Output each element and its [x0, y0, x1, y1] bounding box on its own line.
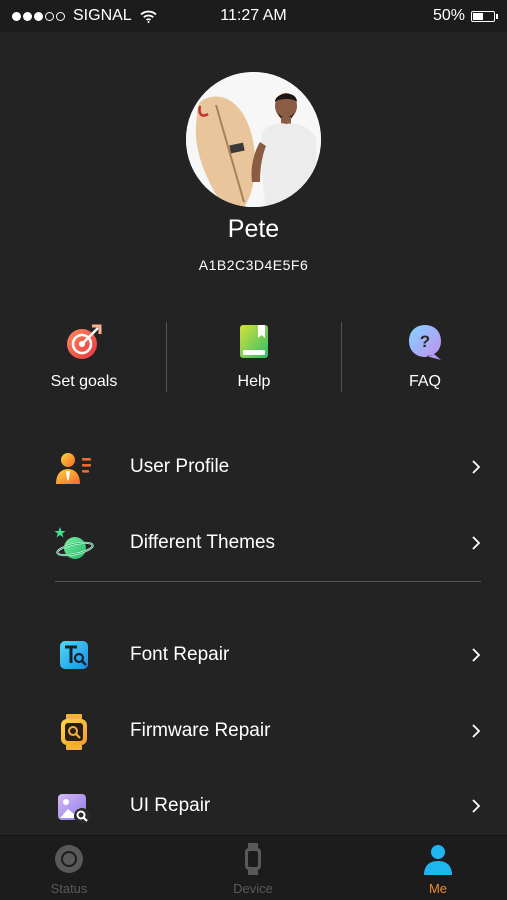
different-themes-label: Different Themes	[130, 532, 276, 553]
font-repair-icon	[54, 636, 94, 676]
chevron-right-icon	[472, 724, 481, 738]
tab-status-label: Status	[50, 881, 88, 896]
book-icon	[234, 322, 274, 362]
planet-icon	[54, 524, 94, 564]
user-profile-icon	[54, 448, 94, 488]
device-id: A1B2C3D4E5F6	[198, 257, 309, 273]
question-bubble-icon: ?	[405, 322, 445, 362]
user-profile-label: User Profile	[130, 456, 230, 477]
chevron-right-icon	[472, 799, 481, 813]
svg-text:?: ?	[420, 332, 430, 351]
quick-divider	[166, 322, 167, 392]
battery-icon	[471, 10, 498, 22]
menu-item-different-themes[interactable]: Different Themes	[0, 512, 507, 572]
chevron-right-icon	[472, 648, 481, 662]
status-right: 50%	[432, 7, 498, 25]
firmware-repair-label: Firmware Repair	[130, 720, 271, 741]
help-button[interactable]: Help	[170, 322, 338, 391]
image-repair-icon	[54, 787, 94, 827]
tab-status[interactable]: Status	[9, 842, 129, 896]
menu-divider	[55, 581, 481, 582]
menu-item-font-repair[interactable]: Font Repair	[0, 624, 507, 684]
me-screen: SIGNAL 11:27 AM 50% Pete A1B2C3D4E5F6 Se…	[0, 0, 507, 900]
tab-device[interactable]: Device	[193, 842, 313, 896]
menu-item-ui-repair[interactable]: UI Repair	[0, 775, 507, 835]
status-bar: SIGNAL 11:27 AM 50%	[0, 0, 507, 32]
ui-repair-label: UI Repair	[130, 795, 211, 816]
menu-item-user-profile[interactable]: User Profile	[0, 436, 507, 496]
avatar[interactable]	[186, 72, 321, 207]
watch-icon	[236, 842, 270, 876]
profile-name: Pete	[227, 215, 280, 243]
menu-item-firmware-repair[interactable]: Firmware Repair	[0, 700, 507, 760]
status-icon	[52, 842, 86, 876]
chevron-right-icon	[472, 460, 481, 474]
quick-actions: Set goals Help ? FAQ	[0, 322, 507, 400]
battery-fill	[473, 12, 483, 20]
tab-bar: Status Device Me	[0, 835, 507, 900]
faq-label: FAQ	[408, 373, 441, 390]
person-icon	[421, 842, 455, 876]
font-repair-label: Font Repair	[130, 644, 230, 665]
avatar-photo	[186, 72, 321, 207]
set-goals-label: Set goals	[50, 373, 118, 390]
faq-button[interactable]: ? FAQ	[341, 322, 507, 391]
tab-device-label: Device	[233, 881, 273, 896]
battery-percent: 50%	[432, 7, 465, 24]
set-goals-button[interactable]: Set goals	[0, 322, 168, 391]
target-icon	[64, 322, 104, 362]
chevron-right-icon	[472, 536, 481, 550]
help-label: Help	[237, 373, 271, 390]
tab-me-label: Me	[428, 881, 448, 896]
watch-repair-icon	[54, 712, 94, 752]
status-time: 11:27 AM	[220, 7, 287, 24]
tab-me[interactable]: Me	[378, 842, 498, 896]
